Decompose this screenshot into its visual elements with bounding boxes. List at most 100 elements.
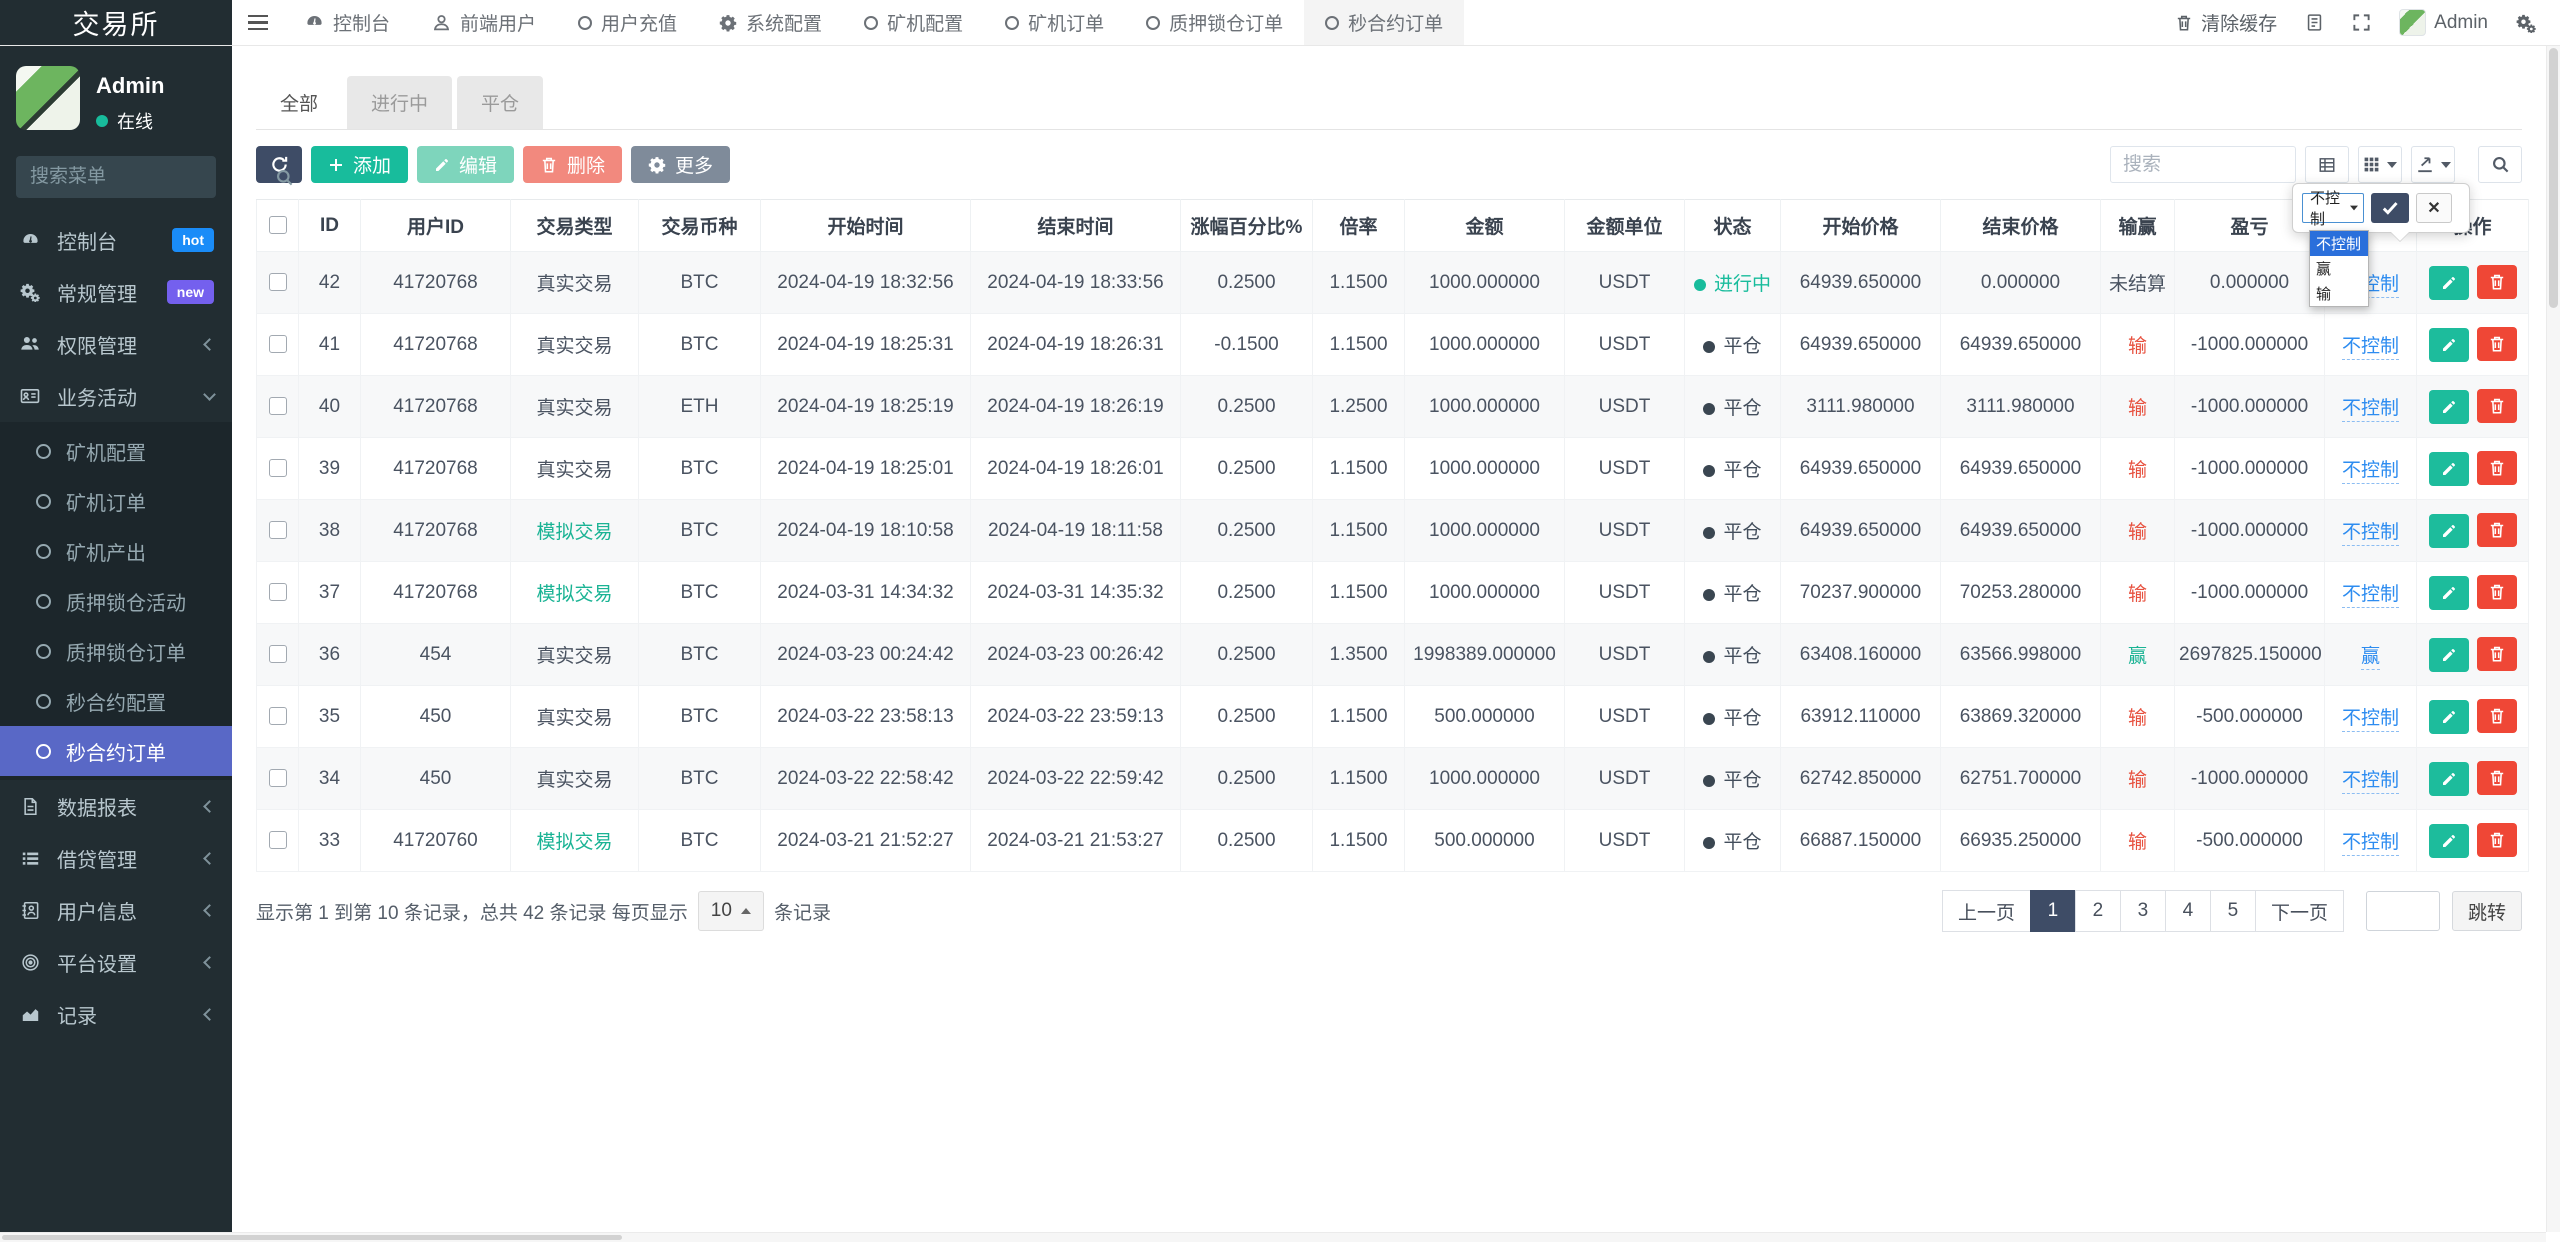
control-link[interactable]: 不控制 <box>2342 522 2399 546</box>
top-tab[interactable]: 用户充值 <box>557 0 698 45</box>
row-checkbox[interactable] <box>269 645 287 663</box>
sidebar-subitem[interactable]: 秒合约配置 <box>0 676 232 726</box>
clear-cache-button[interactable]: 清除缓存 <box>2175 9 2277 36</box>
select-option[interactable]: 赢 <box>2310 256 2368 281</box>
search-button[interactable] <box>2478 146 2522 183</box>
sidebar-subitem[interactable]: 矿机配置 <box>0 426 232 476</box>
sidebar-subitem[interactable]: 矿机产出 <box>0 526 232 576</box>
row-delete-button[interactable] <box>2477 761 2517 795</box>
vertical-scrollbar[interactable] <box>2546 46 2560 1232</box>
filter-tab[interactable]: 进行中 <box>347 76 452 129</box>
top-tab[interactable]: 系统配置 <box>698 0 843 45</box>
page-button[interactable]: 3 <box>2120 890 2166 932</box>
columns-button[interactable] <box>2358 146 2402 183</box>
row-edit-button[interactable] <box>2429 638 2469 672</box>
page-button[interactable]: 2 <box>2075 890 2121 932</box>
sidebar-subitem[interactable]: 秒合约订单 <box>0 726 232 776</box>
sidebar-item[interactable]: 记录 <box>0 988 232 1040</box>
sidebar-item[interactable]: 业务活动 <box>0 370 232 422</box>
select-option[interactable]: 不控制 <box>2310 231 2368 256</box>
row-delete-button[interactable] <box>2477 637 2517 671</box>
row-checkbox[interactable] <box>269 831 287 849</box>
control-select[interactable]: 不控制 <box>2302 193 2364 223</box>
row-checkbox[interactable] <box>269 335 287 353</box>
control-link[interactable]: 不控制 <box>2342 398 2399 422</box>
top-tab[interactable]: 矿机订单 <box>984 0 1125 45</box>
control-link[interactable]: 不控制 <box>2342 584 2399 608</box>
row-edit-button[interactable] <box>2429 824 2469 858</box>
sidebar-toggle-icon[interactable] <box>232 0 284 45</box>
settings-button[interactable] <box>2516 13 2536 33</box>
row-edit-button[interactable] <box>2429 452 2469 486</box>
row-checkbox[interactable] <box>269 397 287 415</box>
horizontal-scrollbar[interactable] <box>0 1232 2546 1242</box>
sidebar-subitem[interactable]: 矿机订单 <box>0 476 232 526</box>
sidebar-item[interactable]: 借贷管理 <box>0 832 232 884</box>
control-link[interactable]: 不控制 <box>2342 336 2399 360</box>
control-link[interactable]: 赢 <box>2361 646 2380 670</box>
fullscreen-button[interactable] <box>2352 13 2371 32</box>
row-checkbox[interactable] <box>269 273 287 291</box>
row-checkbox[interactable] <box>269 769 287 787</box>
control-link[interactable]: 不控制 <box>2342 770 2399 794</box>
select-option[interactable]: 输 <box>2310 281 2368 306</box>
page-button[interactable]: 4 <box>2165 890 2211 932</box>
row-delete-button[interactable] <box>2477 575 2517 609</box>
user-menu[interactable]: Admin <box>2399 9 2488 36</box>
control-link[interactable]: 不控制 <box>2342 460 2399 484</box>
top-tab[interactable]: 前端用户 <box>411 0 557 45</box>
top-tab[interactable]: 秒合约订单 <box>1304 0 1464 45</box>
select-all-checkbox[interactable] <box>269 216 287 234</box>
page-button[interactable]: 上一页 <box>1942 890 2031 932</box>
page-jump-input[interactable] <box>2366 891 2440 931</box>
page-size-select[interactable]: 10 <box>698 891 764 931</box>
cancel-button[interactable]: ✕ <box>2416 193 2452 223</box>
sidebar-subitem[interactable]: 质押锁仓活动 <box>0 576 232 626</box>
row-edit-button[interactable] <box>2429 762 2469 796</box>
control-link[interactable]: 不控制 <box>2342 708 2399 732</box>
delete-button[interactable]: 删除 <box>523 146 622 183</box>
table-search-input[interactable] <box>2110 146 2296 183</box>
row-checkbox[interactable] <box>269 459 287 477</box>
confirm-button[interactable] <box>2371 193 2409 223</box>
log-button[interactable] <box>2305 13 2324 32</box>
filter-tab[interactable]: 平仓 <box>457 76 543 129</box>
top-tab[interactable]: 控制台 <box>284 0 411 45</box>
page-button[interactable]: 下一页 <box>2255 890 2344 932</box>
control-link[interactable]: 不控制 <box>2342 832 2399 856</box>
add-button[interactable]: 添加 <box>311 146 408 183</box>
page-jump-button[interactable]: 跳转 <box>2452 891 2522 931</box>
row-edit-button[interactable] <box>2429 514 2469 548</box>
row-edit-button[interactable] <box>2429 328 2469 362</box>
row-checkbox[interactable] <box>269 707 287 725</box>
row-edit-button[interactable] <box>2429 700 2469 734</box>
more-button[interactable]: 更多 <box>631 146 730 183</box>
sidebar-item[interactable]: 用户信息 <box>0 884 232 936</box>
sidebar-item[interactable]: 常规管理new <box>0 266 232 318</box>
sidebar-item[interactable]: 控制台hot <box>0 214 232 266</box>
sidebar-search-input[interactable] <box>30 166 275 188</box>
edit-button[interactable]: 编辑 <box>417 146 514 183</box>
row-delete-button[interactable] <box>2477 823 2517 857</box>
sidebar-item[interactable]: 平台设置 <box>0 936 232 988</box>
filter-tab[interactable]: 全部 <box>256 76 342 129</box>
top-tab[interactable]: 质押锁仓订单 <box>1125 0 1304 45</box>
sidebar-item[interactable]: 数据报表 <box>0 780 232 832</box>
page-button[interactable]: 1 <box>2030 890 2076 932</box>
row-edit-button[interactable] <box>2429 390 2469 424</box>
row-delete-button[interactable] <box>2477 265 2517 299</box>
row-delete-button[interactable] <box>2477 327 2517 361</box>
top-tab[interactable]: 矿机配置 <box>843 0 984 45</box>
row-delete-button[interactable] <box>2477 451 2517 485</box>
row-checkbox[interactable] <box>269 583 287 601</box>
row-delete-button[interactable] <box>2477 389 2517 423</box>
row-edit-button[interactable] <box>2429 576 2469 610</box>
row-edit-button[interactable] <box>2429 266 2469 300</box>
sidebar-subitem[interactable]: 质押锁仓订单 <box>0 626 232 676</box>
sidebar-item[interactable]: 权限管理 <box>0 318 232 370</box>
row-delete-button[interactable] <box>2477 699 2517 733</box>
row-delete-button[interactable] <box>2477 513 2517 547</box>
detail-view-button[interactable] <box>2305 146 2349 183</box>
row-checkbox[interactable] <box>269 521 287 539</box>
export-button[interactable] <box>2411 146 2455 183</box>
